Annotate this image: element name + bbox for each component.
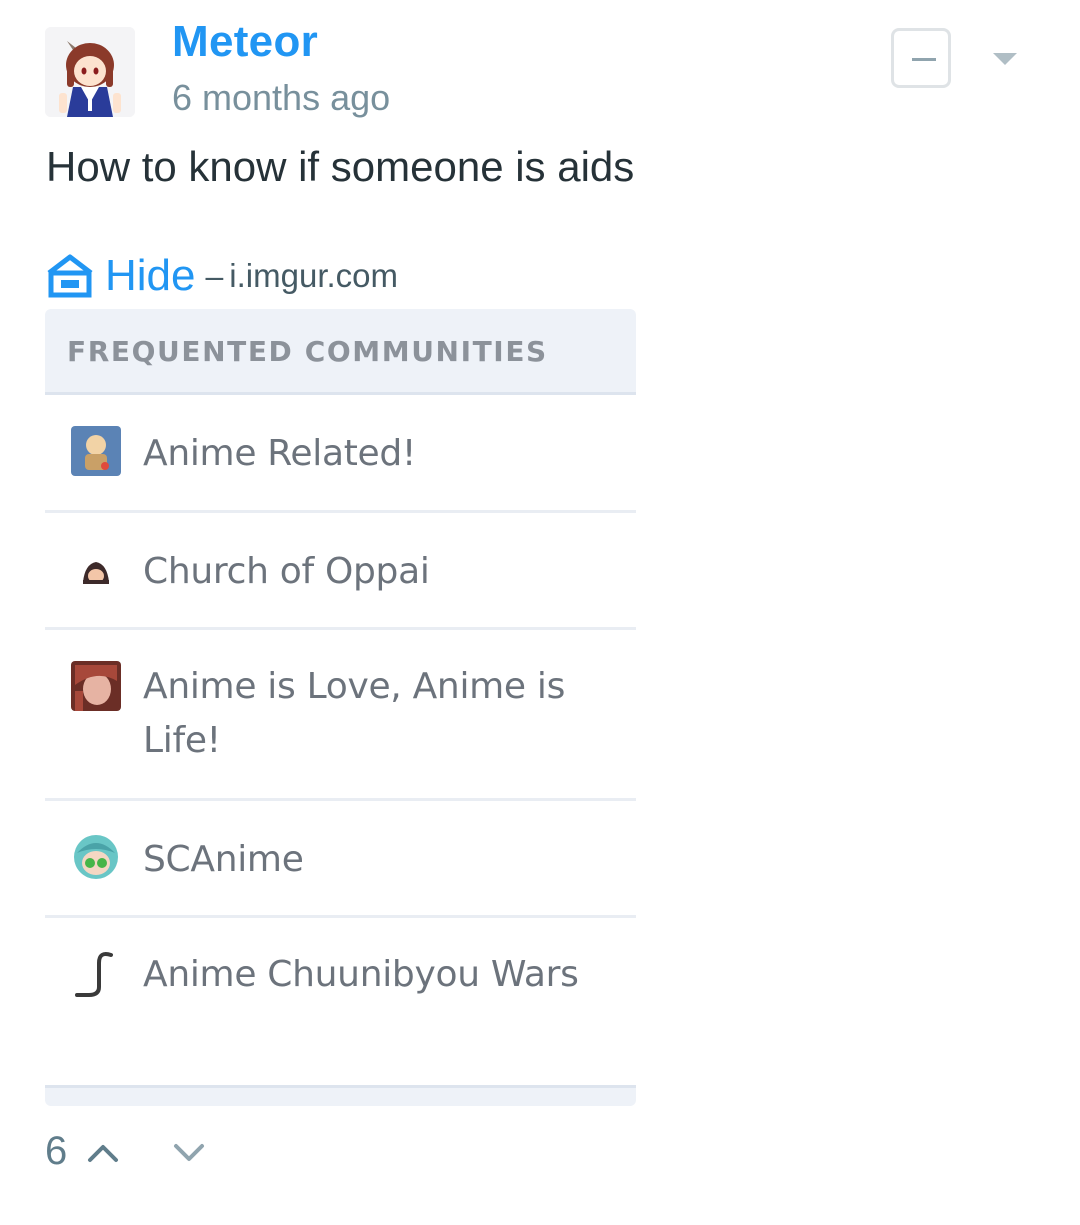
chevron-down-icon[interactable] [993, 53, 1017, 65]
community-item: Anime is Love, Anime is Life! [45, 630, 636, 801]
scanime-icon [74, 835, 118, 879]
avatar[interactable] [45, 27, 135, 117]
community-name: Church of Oppai [143, 551, 430, 592]
anime-chuunibyou-wars-icon [75, 952, 113, 997]
link-domain[interactable]: i.imgur.com [229, 257, 398, 295]
image-link-icon[interactable] [45, 253, 95, 299]
community-name: Anime is Love, Anime is Life! [143, 666, 566, 761]
hide-embed-link[interactable]: Hide [105, 250, 196, 302]
vote-score: 6 [45, 1129, 68, 1173]
embed-header: FREQUENTED COMMUNITIES [45, 309, 636, 395]
community-item: SCAnime [45, 801, 636, 918]
community-name: Anime Chuunibyou Wars [143, 954, 579, 995]
minus-icon [912, 58, 936, 61]
community-item: Anime Chuunibyou Wars [45, 918, 636, 1085]
collapse-button[interactable] [891, 28, 951, 88]
avatar-image [45, 27, 135, 117]
community-item: Anime Related! [45, 395, 636, 513]
upvote-icon[interactable] [86, 1140, 120, 1164]
embed-header-title: FREQUENTED COMMUNITIES [67, 335, 548, 368]
embedded-image[interactable]: FREQUENTED COMMUNITIES Anime Related! Ch… [45, 309, 636, 1106]
community-item: Church of Oppai [45, 513, 636, 630]
church-of-oppai-icon [83, 562, 109, 584]
comment-timestamp[interactable]: 6 months ago [172, 76, 390, 120]
author-name[interactable]: Meteor [172, 16, 318, 68]
anime-related-icon [71, 426, 121, 476]
community-name: Anime Related! [143, 433, 417, 474]
anime-is-love-icon [71, 661, 121, 711]
link-separator: – [205, 257, 224, 294]
community-name: SCAnime [143, 839, 304, 880]
embed-footer [45, 1085, 636, 1106]
downvote-icon[interactable] [172, 1140, 206, 1164]
link-row: Hide – i.imgur.com [45, 246, 398, 306]
comment-body: How to know if someone is aids [46, 143, 635, 190]
